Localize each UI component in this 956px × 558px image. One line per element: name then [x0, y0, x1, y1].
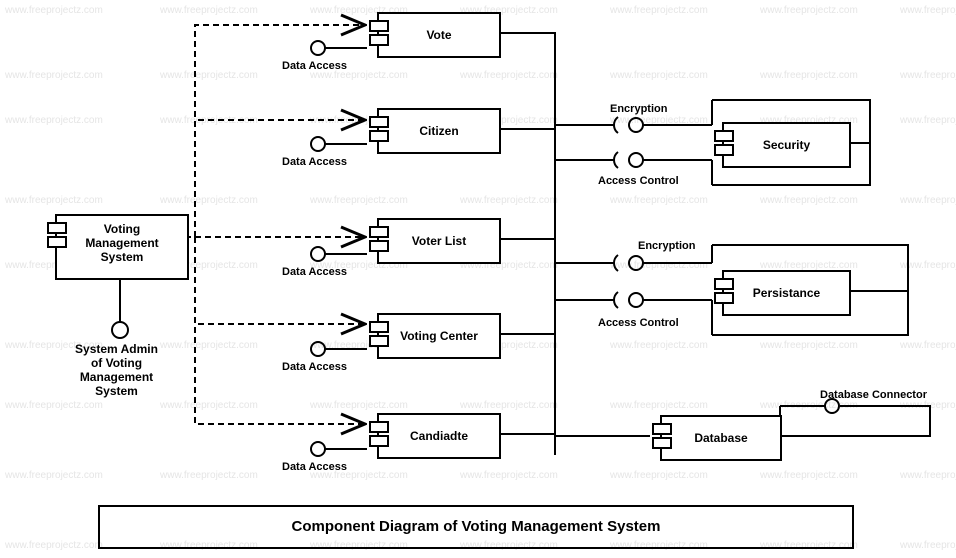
access-control-label: Access Control — [598, 317, 679, 329]
component-citizen: Citizen — [377, 108, 501, 154]
component-voter-list: Voter List — [377, 218, 501, 264]
component-label: Voting Management System — [57, 222, 187, 264]
encryption-label: Encryption — [610, 103, 667, 115]
component-port-icon — [369, 435, 389, 447]
component-port-icon — [369, 240, 389, 252]
component-port-icon — [369, 321, 389, 333]
component-port-icon — [652, 437, 672, 449]
component-port-icon — [652, 423, 672, 435]
component-port-icon — [47, 222, 67, 234]
access-control-label: Access Control — [598, 175, 679, 187]
data-access-label: Data Access — [282, 461, 347, 473]
component-voting-center: Voting Center — [377, 313, 501, 359]
component-persistance: Persistance — [722, 270, 851, 316]
component-port-icon — [369, 34, 389, 46]
component-label: Voting Center — [400, 329, 478, 343]
component-label: Candiadte — [410, 429, 468, 443]
component-port-icon — [714, 278, 734, 290]
component-candidate: Candiadte — [377, 413, 501, 459]
component-port-icon — [47, 236, 67, 248]
data-access-label: Data Access — [282, 60, 347, 72]
component-label: Voter List — [412, 234, 466, 248]
component-label: Vote — [426, 28, 451, 42]
component-label: Database — [694, 431, 747, 445]
diagram-title: Component Diagram of Voting Management S… — [292, 518, 661, 535]
component-port-icon — [369, 421, 389, 433]
component-port-icon — [369, 226, 389, 238]
component-label: Security — [763, 138, 810, 152]
database-connector-label: Database Connector — [820, 389, 927, 401]
component-port-icon — [714, 144, 734, 156]
component-port-icon — [369, 130, 389, 142]
data-access-label: Data Access — [282, 156, 347, 168]
component-database: Database — [660, 415, 782, 461]
component-port-icon — [714, 130, 734, 142]
admin-label: System Admin of Voting Management System — [39, 342, 194, 398]
data-access-label: Data Access — [282, 266, 347, 278]
component-voting-management-system: Voting Management System — [55, 214, 189, 280]
component-port-icon — [369, 116, 389, 128]
component-port-icon — [369, 20, 389, 32]
component-port-icon — [714, 292, 734, 304]
encryption-label: Encryption — [638, 240, 695, 252]
component-label: Citizen — [419, 124, 458, 138]
component-security: Security — [722, 122, 851, 168]
diagram-title-box: Component Diagram of Voting Management S… — [98, 505, 854, 549]
component-vote: Vote — [377, 12, 501, 58]
component-port-icon — [369, 335, 389, 347]
component-label: Persistance — [753, 286, 820, 300]
data-access-label: Data Access — [282, 361, 347, 373]
